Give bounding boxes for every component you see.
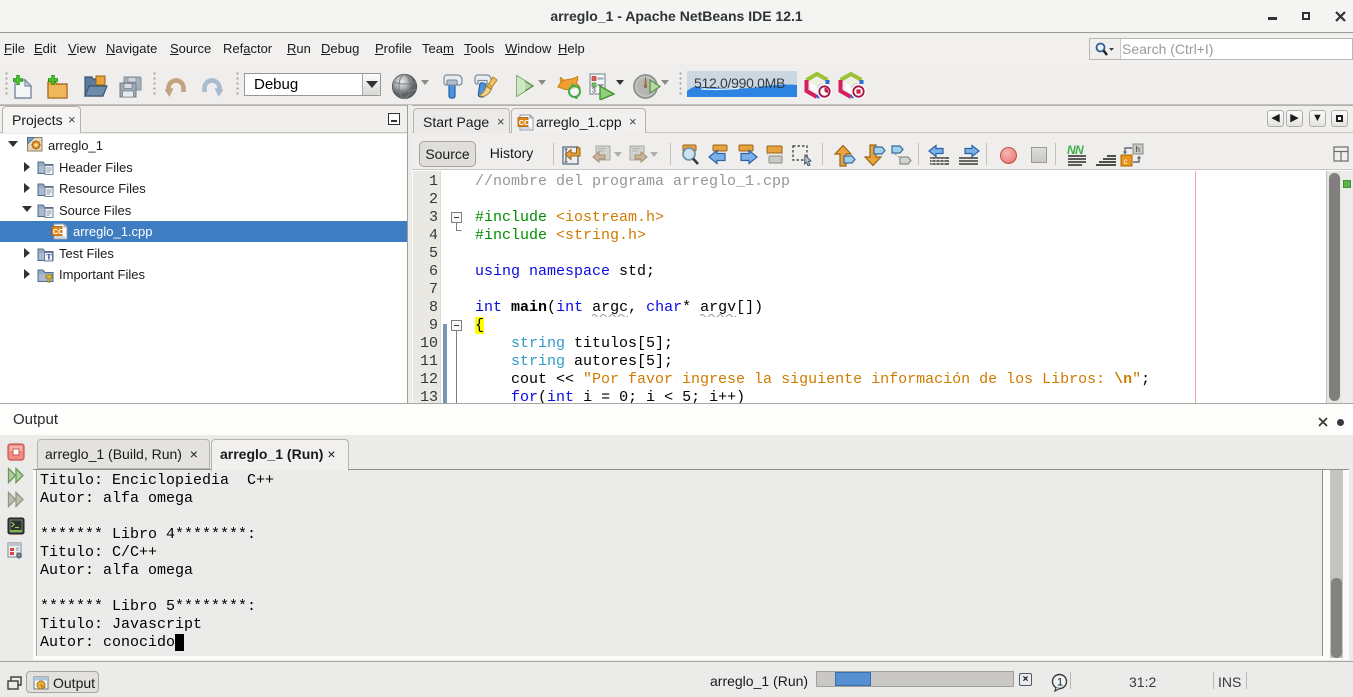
svg-text:c: c [1124, 157, 1128, 166]
svg-text:T: T [46, 252, 52, 261]
svg-text:h: h [1136, 145, 1140, 154]
svg-text:3: 3 [592, 88, 596, 95]
svg-text:1: 1 [1057, 677, 1063, 689]
svg-text:N: N [1075, 144, 1084, 157]
